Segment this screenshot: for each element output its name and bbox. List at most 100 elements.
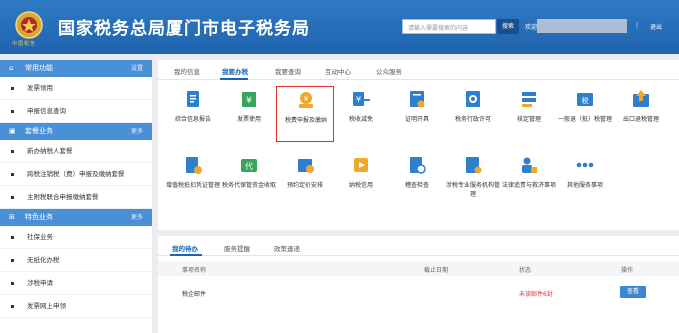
active-tab-indicator <box>170 254 202 256</box>
function-tile[interactable]: 核定管理 <box>500 86 558 142</box>
invoice-icon: ¥ <box>242 92 256 107</box>
inspection-icon <box>410 157 426 174</box>
credit-icon <box>354 158 368 172</box>
sidebar-settings-link[interactable]: 设置 <box>131 60 143 77</box>
sidebar-item[interactable]: 主附税联合申报缴纳套餐 <box>0 186 152 209</box>
svg-text:¥: ¥ <box>246 96 252 106</box>
logout-link[interactable]: 退出 <box>650 22 662 31</box>
sidebar-more-link[interactable]: 更多 <box>131 209 143 226</box>
function-tile-label: 税务行政许可 <box>454 116 491 123</box>
function-tile-label: 增值税抵扣凭证管理 <box>165 182 220 189</box>
svg-text:¥: ¥ <box>304 95 309 103</box>
todo-item-status[interactable]: 未读邮件6封 <box>519 289 553 298</box>
pricing-schedule-icon <box>298 159 314 173</box>
function-tile[interactable]: 代税务代保管资金收取 <box>220 152 278 208</box>
function-tile-label: 发票使用 <box>236 116 261 123</box>
function-tile[interactable]: ¥ 税收减免 <box>332 86 390 142</box>
sidebar-item[interactable]: 涉税申请 <box>0 272 152 295</box>
column-header: 操作 <box>621 267 634 274</box>
home-icon: ⌂ <box>9 64 14 72</box>
sidebar-item[interactable]: 发票领用 <box>0 77 152 100</box>
todo-item-name: 税企邮件 <box>182 291 207 298</box>
function-tile[interactable]: 稽查检查 <box>388 152 446 208</box>
svg-text:¥: ¥ <box>356 95 361 104</box>
function-tile-label: 纳税信用 <box>348 182 373 189</box>
site-title: 国家税务总局厦门市电子税务局 <box>58 19 310 39</box>
function-tile-label: 核定管理 <box>516 116 541 123</box>
sidebar-item[interactable]: 申报信息查询 <box>0 100 152 123</box>
user-name-redacted <box>537 19 627 33</box>
function-tile[interactable]: 预约定价安排 <box>276 152 334 208</box>
declare-pay-icon: ¥ <box>299 92 313 108</box>
top-banner: 中国税务 国家税务总局厦门市电子税务局 请输入需要搜索的内容 搜索 欢迎 | 退… <box>0 0 679 54</box>
tab-policy-express[interactable]: 政策速递 <box>274 243 300 253</box>
sidebar-more-link[interactable]: 更多 <box>131 123 143 140</box>
sidebar-item[interactable]: 发票网上申领 <box>0 295 152 318</box>
sidebar-item[interactable]: 跨税注销税（费）申报及缴纳套餐 <box>0 163 152 186</box>
active-tab-indicator <box>220 78 248 80</box>
sidebar-item[interactable]: 新办纳税人套餐 <box>0 140 152 163</box>
agency-icon <box>466 157 482 174</box>
column-header: 截止日期 <box>424 267 449 274</box>
function-tile[interactable]: 税务行政许可 <box>444 86 502 142</box>
sidebar-section-special: ⊞ 特色业务 更多 <box>0 209 152 226</box>
approval-icon <box>522 92 536 107</box>
todo-table-header: 事项名称 截止日期 状态 操作 <box>158 261 679 276</box>
emblem-caption: 中国税务 <box>12 41 37 47</box>
function-tile[interactable]: 法律追责与救济事项 <box>500 152 558 208</box>
function-tile-label: 证明开具 <box>404 116 429 123</box>
function-tile-label: 税务代保管资金收取 <box>221 182 276 189</box>
package-icon: ▣ <box>9 127 16 135</box>
tab-public-service[interactable]: 公众服务 <box>376 66 402 76</box>
function-tile[interactable]: 增值税抵扣凭证管理 <box>164 152 222 208</box>
function-tile-label: 法律追责与救济事项 <box>501 182 556 189</box>
sidebar: ⌂ 常用功能 设置 发票领用 申报信息查询 ▣ 套餐业务 更多 新办纳税人套餐 跨税… <box>0 60 152 333</box>
refund-icon: 税 <box>577 93 593 106</box>
function-tile[interactable]: 证明开具 <box>388 86 446 142</box>
function-tile-label: 稽查检查 <box>404 182 429 189</box>
tab-interaction[interactable]: 互动中心 <box>325 66 351 76</box>
tab-service-reminder[interactable]: 服务提醒 <box>224 243 250 253</box>
function-tile[interactable]: 出口退税管理 <box>612 86 670 142</box>
svg-text:代: 代 <box>245 161 253 171</box>
todo-tabs: 我的待办 服务提醒 政策速递 <box>158 236 679 256</box>
tab-query[interactable]: 我要查询 <box>275 66 301 76</box>
function-tile-label: 涉税专业服务机构管理 <box>445 182 500 198</box>
sidebar-item[interactable]: 社保业务 <box>0 226 152 249</box>
search-button[interactable]: 搜索 <box>497 19 519 34</box>
function-tile-label: 其他服务事项 <box>566 182 603 189</box>
function-tile[interactable]: 纳税信用 <box>332 152 390 208</box>
tab-my-info[interactable]: 我的信息 <box>174 66 200 76</box>
todo-panel: 我的待办 服务提醒 政策速递 事项名称 截止日期 状态 操作 税企邮件 未读邮件… <box>158 236 679 333</box>
more-dots-icon <box>576 162 594 168</box>
function-tile[interactable]: 其他服务事项 <box>556 152 614 208</box>
function-tile[interactable]: ¥ 发票使用 <box>220 86 278 142</box>
function-tile-label: 综合信息报告 <box>174 116 211 123</box>
report-icon <box>187 91 199 107</box>
view-button[interactable]: 查看 <box>620 286 646 298</box>
function-panel: 我的信息 我要办税 我要查询 互动中心 公众服务 综合信息报告 ¥ 发票使用 ¥ 税费申… <box>158 60 679 230</box>
legal-icon <box>522 157 537 173</box>
function-tile-label: 一般退（抵）税管理 <box>557 116 612 123</box>
sidebar-section-packages: ▣ 套餐业务 更多 <box>0 123 152 140</box>
function-tile[interactable]: 税一般退（抵）税管理 <box>556 86 614 142</box>
function-tile[interactable]: 涉税专业服务机构管理 <box>444 152 502 208</box>
tax-emblem-icon <box>15 11 43 39</box>
tax-reduction-icon: ¥ <box>353 92 370 106</box>
tab-my-todo[interactable]: 我的待办 <box>172 243 198 253</box>
main-tabs: 我的信息 我要办税 我要查询 互动中心 公众服务 <box>158 60 679 80</box>
table-row: 税企邮件 未读邮件6封 查看 <box>158 285 679 302</box>
sidebar-item[interactable]: 无纸化办税 <box>0 249 152 272</box>
welcome-text: 欢迎 <box>525 24 538 31</box>
search-input[interactable]: 请输入需要搜索的内容 <box>402 19 496 34</box>
function-tile-label: 预约定价安排 <box>286 182 323 189</box>
certificate-icon <box>410 91 425 108</box>
grid-icon: ⊞ <box>9 213 15 221</box>
function-tile[interactable]: 综合信息报告 <box>164 86 222 142</box>
tab-tax-handling[interactable]: 我要办税 <box>222 66 248 76</box>
function-tile[interactable]: ¥ 税费申报及缴纳 <box>276 86 334 142</box>
column-header: 事项名称 <box>182 267 207 274</box>
column-header: 状态 <box>519 267 532 274</box>
export-refund-icon <box>633 90 649 107</box>
custody-fund-icon: 代 <box>241 159 257 172</box>
